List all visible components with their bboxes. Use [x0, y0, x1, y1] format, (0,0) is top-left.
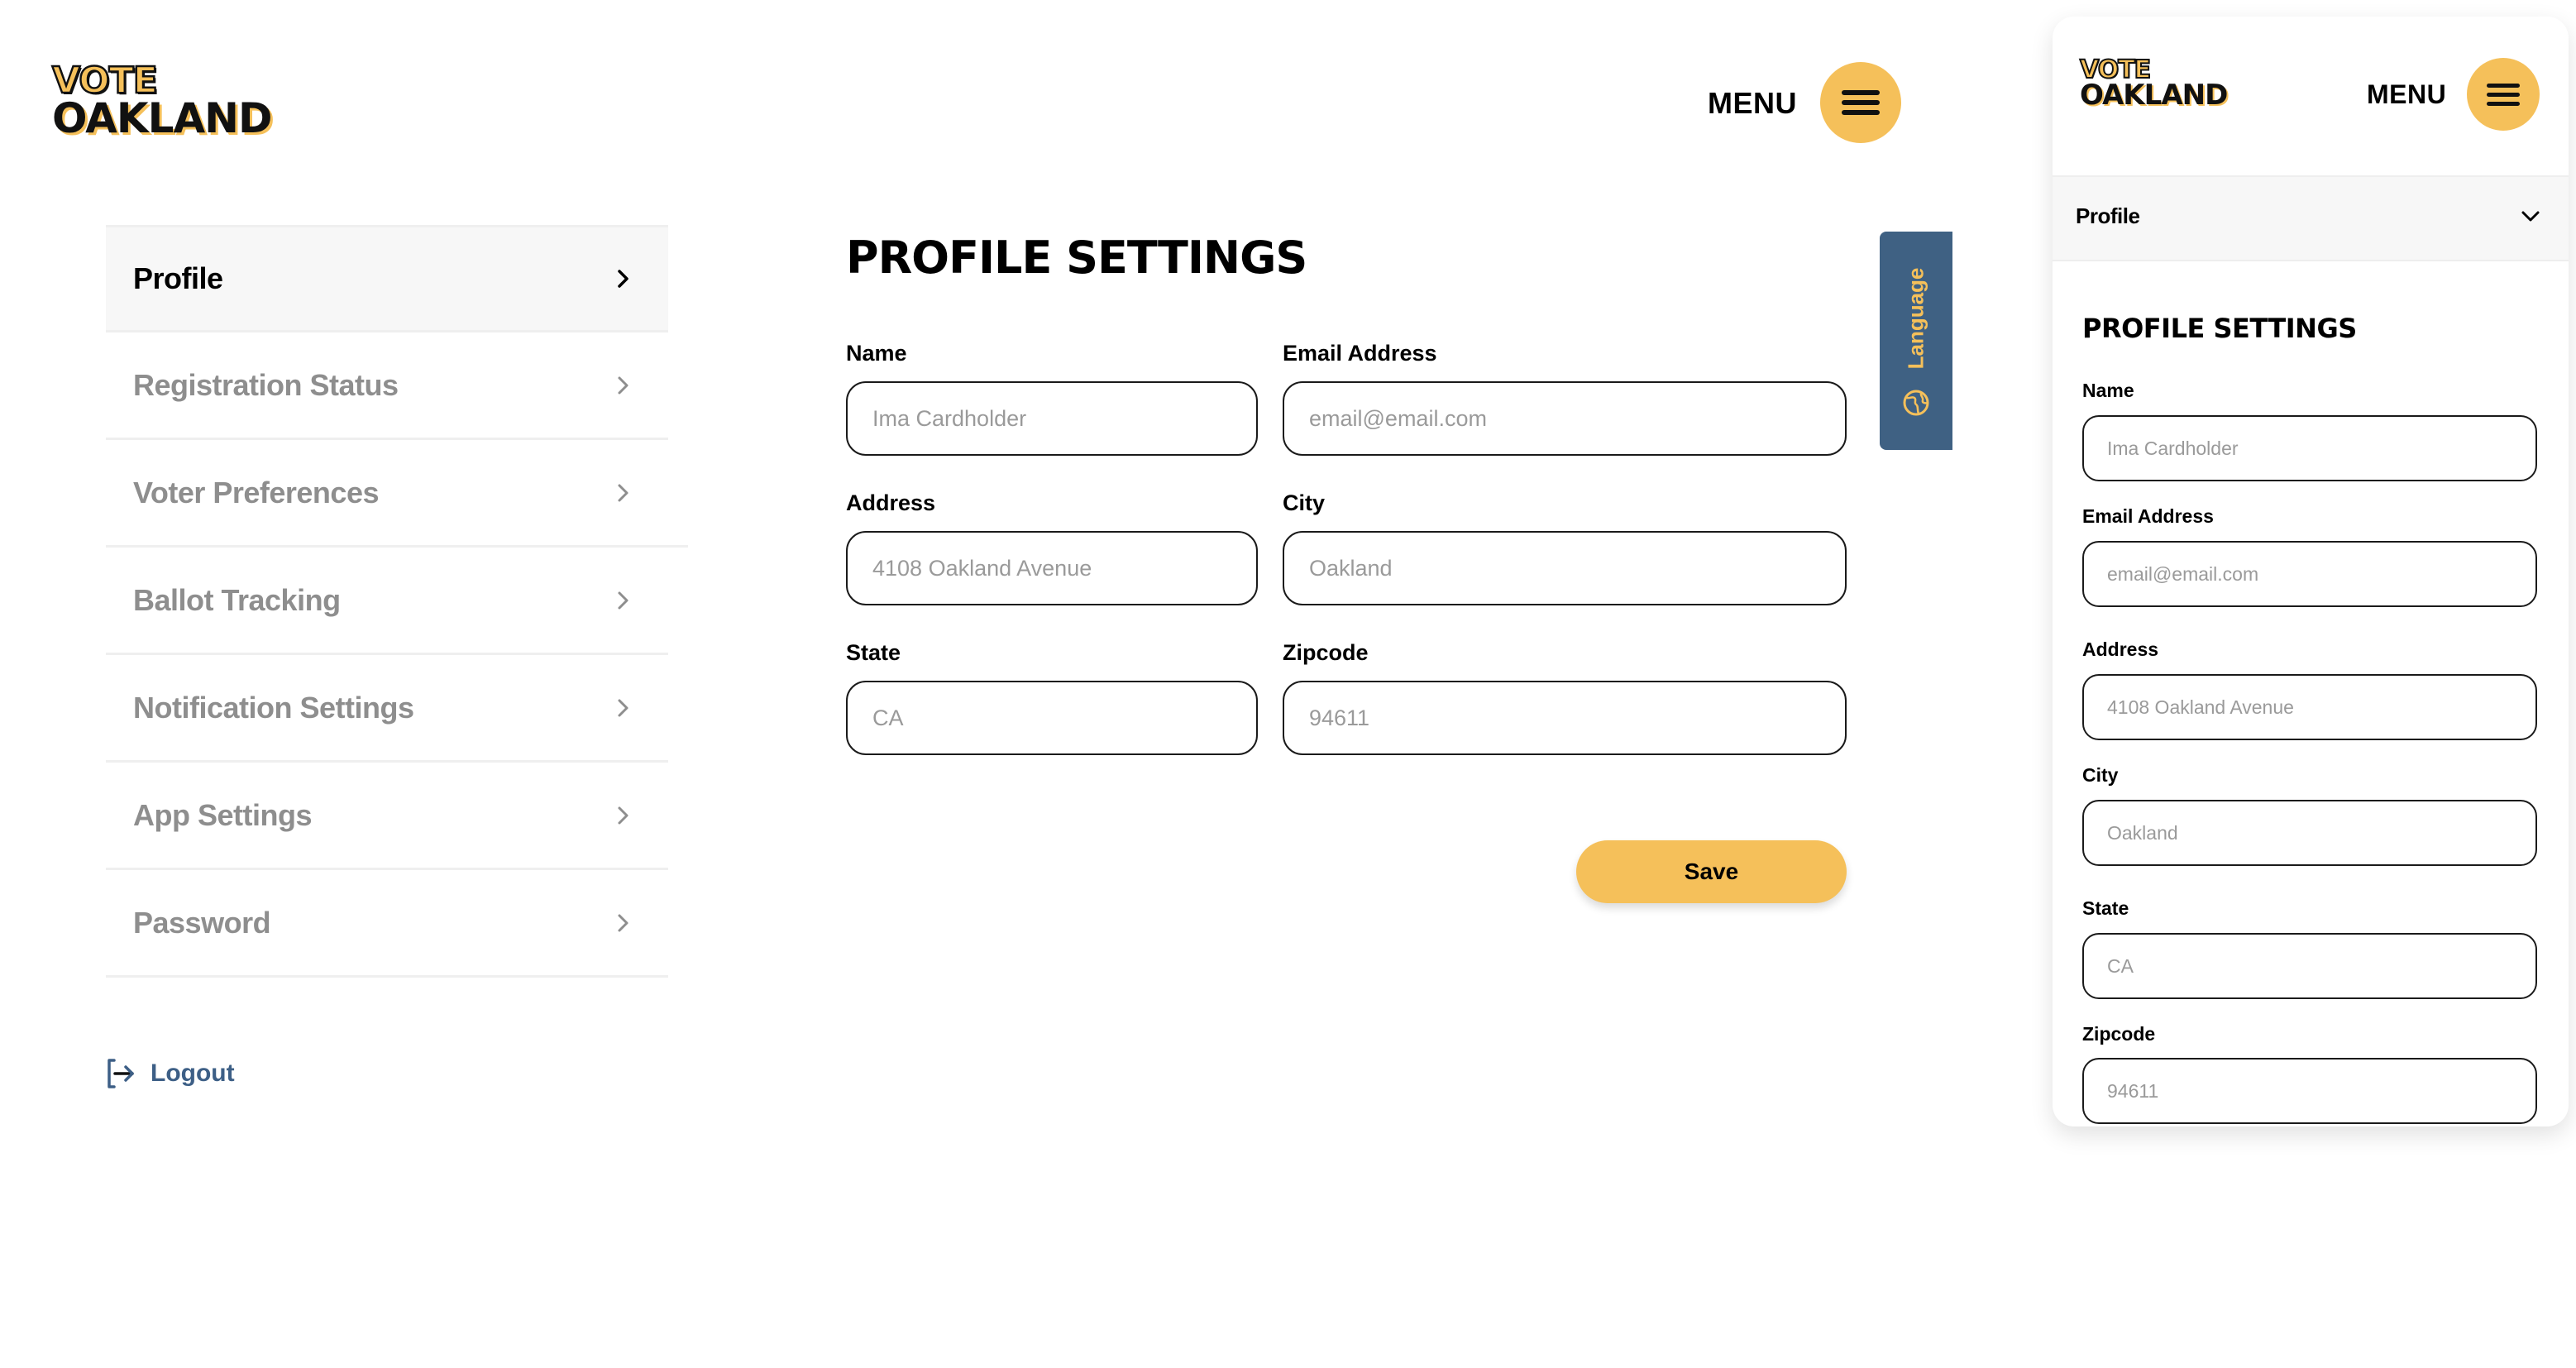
- mobile-page-title: PROFILE SETTINGS: [2082, 313, 2357, 344]
- mobile-zipcode-input[interactable]: [2082, 1058, 2537, 1124]
- logout-link[interactable]: Logout: [106, 1057, 235, 1090]
- sidebar-item-notification-settings[interactable]: Notification Settings: [106, 655, 668, 763]
- mobile-city-label: City: [2082, 764, 2119, 786]
- chevron-down-icon: [2521, 211, 2540, 222]
- sidebar-item-app-settings[interactable]: App Settings: [106, 763, 668, 870]
- sidebar-item-label: Notification Settings: [133, 690, 414, 725]
- mobile-state-input[interactable]: [2082, 933, 2537, 999]
- mobile-menu-button[interactable]: [2467, 58, 2540, 131]
- sidebar-item-label: App Settings: [133, 797, 313, 832]
- mobile-state-label: State: [2082, 897, 2129, 919]
- email-input[interactable]: [1283, 381, 1847, 456]
- sidebar-item-label: Password: [133, 905, 271, 940]
- city-input[interactable]: [1283, 531, 1847, 605]
- language-tab[interactable]: Language: [1880, 232, 1952, 450]
- chevron-right-icon: [618, 806, 628, 824]
- mobile-menu-label[interactable]: MENU: [2367, 79, 2446, 110]
- sidebar-item-label: Voter Preferences: [133, 475, 380, 509]
- sidebar-item-registration-status[interactable]: Registration Status: [106, 332, 668, 440]
- chevron-right-icon: [618, 484, 628, 501]
- sidebar-item-password[interactable]: Password: [106, 870, 668, 978]
- mobile-name-label: Name: [2082, 380, 2134, 401]
- mobile-address-label: Address: [2082, 639, 2159, 660]
- address-input[interactable]: [846, 531, 1258, 605]
- save-button[interactable]: Save: [1576, 840, 1847, 903]
- chevron-right-icon: [618, 376, 628, 394]
- name-label: Name: [846, 341, 907, 366]
- mobile-vote-oakland-logo[interactable]: VOTE OAKLAND: [2079, 57, 2228, 112]
- email-label: Email Address: [1283, 341, 1437, 366]
- state-label: State: [846, 640, 901, 665]
- sidebar-item-profile[interactable]: Profile: [106, 225, 668, 332]
- mobile-section-selector[interactable]: Profile: [2053, 175, 2569, 261]
- zipcode-label: Zipcode: [1283, 640, 1369, 665]
- mobile-city-input[interactable]: [2082, 800, 2537, 866]
- state-input[interactable]: [846, 681, 1258, 755]
- globe-icon: [1903, 390, 1929, 416]
- sidebar-item-label: Registration Status: [133, 367, 399, 402]
- city-label: City: [1283, 490, 1326, 515]
- chevron-right-icon: [618, 699, 628, 716]
- chevron-right-icon: [618, 914, 628, 931]
- mobile-name-input[interactable]: [2082, 415, 2537, 481]
- address-label: Address: [846, 490, 936, 515]
- page-title: PROFILE SETTINGS: [846, 232, 1307, 284]
- sidebar-item-label: Profile: [133, 261, 223, 295]
- sidebar-item-voter-preferences[interactable]: Voter Preferences: [106, 440, 688, 548]
- sidebar-item-label: Ballot Tracking: [133, 582, 341, 617]
- mobile-email-input[interactable]: [2082, 541, 2537, 607]
- mobile-address-input[interactable]: [2082, 674, 2537, 740]
- section-selector-label: Profile: [2076, 203, 2140, 228]
- menu-button[interactable]: [1820, 62, 1901, 143]
- chevron-right-icon: [618, 270, 628, 288]
- logout-icon: [108, 1059, 134, 1088]
- menu-label[interactable]: MENU: [1708, 86, 1797, 121]
- sidebar-item-ballot-tracking[interactable]: Ballot Tracking: [106, 548, 668, 655]
- logo-line-oakland: OAKLAND: [52, 94, 273, 142]
- vote-oakland-logo[interactable]: VOTE OAKLAND: [51, 61, 273, 142]
- chevron-right-icon: [618, 591, 628, 609]
- name-input[interactable]: [846, 381, 1258, 456]
- zipcode-input[interactable]: [1283, 681, 1847, 755]
- language-label: Language: [1903, 267, 1928, 370]
- logo-line-oakland: OAKLAND: [2080, 79, 2228, 112]
- mobile-email-label: Email Address: [2082, 505, 2214, 527]
- logout-label: Logout: [151, 1059, 235, 1087]
- mobile-zipcode-label: Zipcode: [2082, 1023, 2156, 1045]
